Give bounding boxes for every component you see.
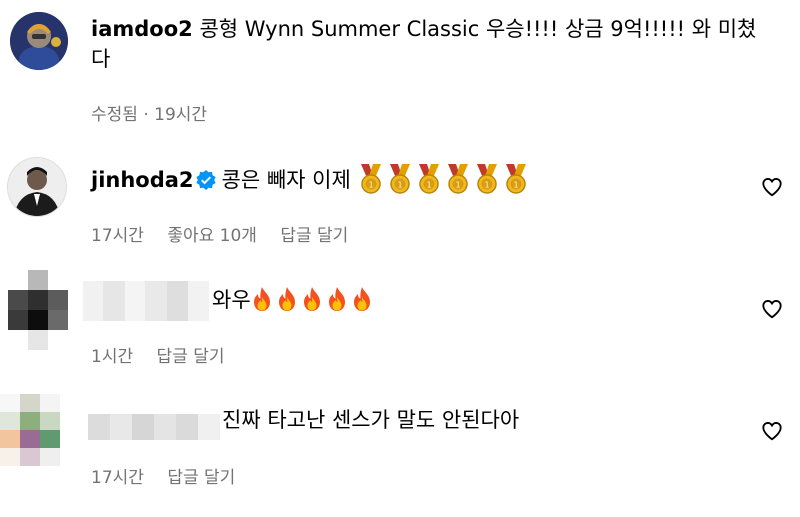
svg-text:1: 1 [513,181,518,190]
medal-icon: 1 [360,164,381,194]
avatar-image [10,12,68,70]
medal-icon: 1 [447,164,468,194]
fire-icon [253,287,270,311]
svg-text:1: 1 [484,181,489,190]
comment-edited-time: 수정됨 · 19시간 [91,105,208,125]
verified-badge-icon [195,170,216,190]
username-blurred[interactable] [83,281,209,321]
medal-icon: 1 [389,164,410,194]
heart-outline-icon[interactable] [761,420,783,442]
username-blurred[interactable] [88,414,220,440]
comment-username[interactable]: jinhoda2 [91,168,194,192]
heart-outline-icon[interactable] [761,176,783,198]
svg-text:1: 1 [397,181,402,190]
avatar[interactable] [7,157,67,217]
svg-text:1: 1 [426,181,431,190]
comment-text: 진짜 타고난 센스가 말도 안된다아 [222,408,520,432]
fire-icon [328,287,345,311]
comment-time: 17시간 [91,468,144,488]
comment-text: 와우 [212,288,251,312]
fire-icon [353,287,370,311]
svg-text:1: 1 [368,181,373,190]
avatar-pixelated[interactable] [8,270,68,350]
likes-count-link[interactable]: 좋아요 10개 [167,226,257,246]
avatar[interactable] [10,12,68,70]
medal-emoji-group: 1 1 1 1 1 1 [358,164,532,194]
medal-icon: 1 [505,164,526,194]
avatar-image [8,158,66,216]
fire-emoji-group [251,287,376,312]
svg-text:1: 1 [455,181,460,190]
reply-button[interactable]: 답글 달기 [280,226,348,246]
reply-button[interactable]: 답글 달기 [157,347,225,367]
medal-icon: 1 [476,164,497,194]
reply-button[interactable]: 답글 달기 [167,468,235,488]
fire-icon [278,287,295,311]
avatar-pixelated[interactable] [0,394,60,466]
comment-time: 17시간 [91,226,144,246]
heart-outline-icon[interactable] [761,298,783,320]
comment-time: 1시간 [91,347,134,367]
fire-icon [303,287,320,311]
comment-username[interactable]: iamdoo2 [91,17,193,41]
medal-icon: 1 [418,164,439,194]
comment-text: 콩은 빼자 이제 [221,168,351,192]
